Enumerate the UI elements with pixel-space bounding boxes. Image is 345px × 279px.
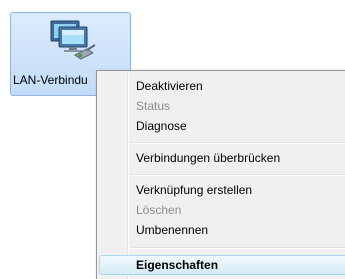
menu-item-verknuepfung-erstellen[interactable]: Verknüpfung erstellen: [99, 180, 345, 200]
menu-item-eigenschaften[interactable]: Eigenschaften: [99, 255, 345, 275]
context-menu: Deaktivieren Status Diagnose Verbindunge…: [96, 70, 345, 279]
desktop: LAN-Verbindu Deaktivieren Status Diagnos…: [0, 0, 345, 279]
menu-separator: [130, 174, 345, 176]
menu-item-status: Status: [136, 99, 171, 113]
menu-item-verbindungen-ueberbruecken[interactable]: Verbindungen überbrücken: [99, 148, 345, 168]
menu-item-loeschen: Löschen: [136, 203, 182, 217]
menu-separator: [130, 142, 345, 144]
menu-item-umbenennen[interactable]: Umbenennen: [99, 220, 345, 240]
network-connection-icon: [50, 20, 96, 60]
menu-item-diagnose[interactable]: Diagnose: [99, 116, 345, 136]
menu-item-deaktivieren[interactable]: Deaktivieren: [99, 76, 345, 96]
menu-separator: [130, 247, 345, 249]
